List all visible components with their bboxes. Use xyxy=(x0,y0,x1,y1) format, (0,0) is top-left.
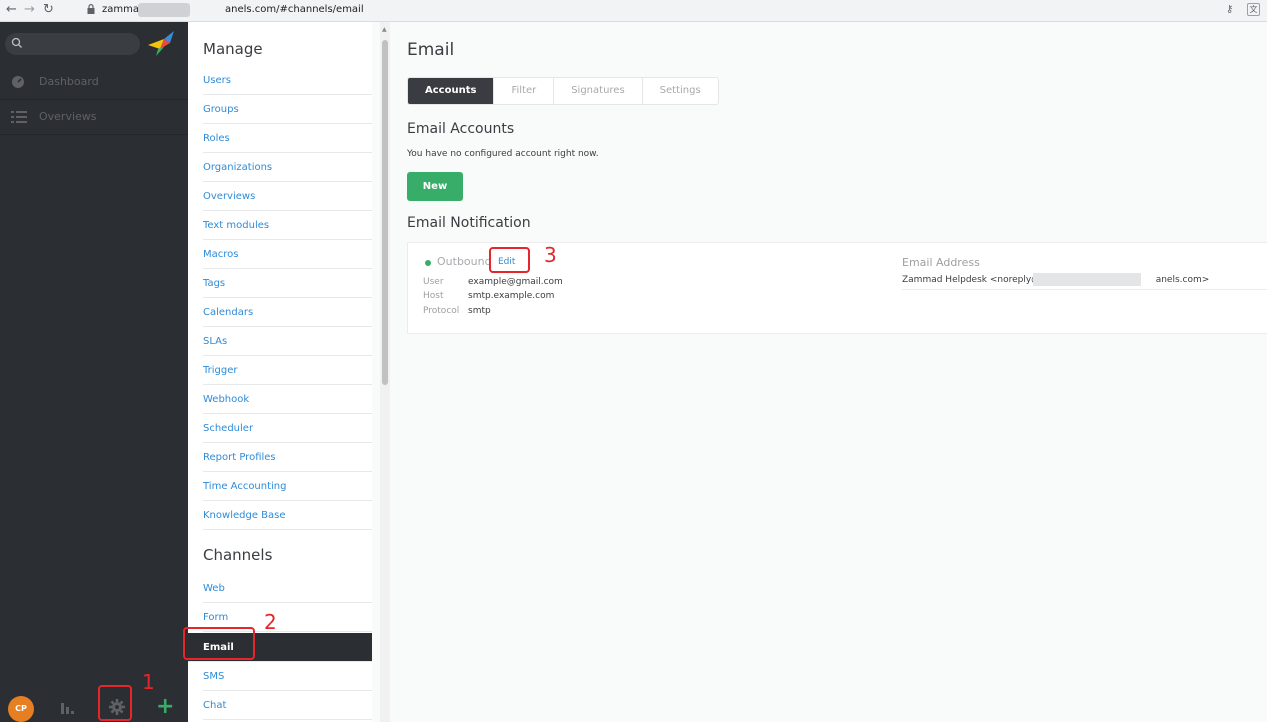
nav-item-overviews[interactable]: Overviews xyxy=(0,100,188,135)
add-icon[interactable]: + xyxy=(156,696,174,718)
menu-item-overviews[interactable]: Overviews xyxy=(203,182,372,211)
menu-item-scheduler[interactable]: Scheduler xyxy=(203,414,372,443)
new-account-button[interactable]: New xyxy=(407,172,463,201)
url-redaction xyxy=(138,3,190,17)
menu-item-users[interactable]: Users xyxy=(203,66,372,95)
page-title: Email xyxy=(407,40,455,60)
menu-item-web[interactable]: Web xyxy=(203,574,372,603)
key-icon[interactable]: ⚷ xyxy=(1226,4,1233,15)
overviews-icon xyxy=(11,111,27,123)
back-arrow-icon[interactable]: ← xyxy=(6,2,17,18)
protocol-key: Protocol xyxy=(423,306,460,316)
annotation-box-edit xyxy=(489,247,530,273)
status-dot-icon xyxy=(425,260,431,266)
annotation-step-2: 2 xyxy=(264,610,277,634)
menu-item-organizations[interactable]: Organizations xyxy=(203,153,372,182)
browser-toolbar: ← → ↻ zamma anels.com/#channels/email ⚷ 文 xyxy=(0,0,1267,22)
no-accounts-message: You have no configured account right now… xyxy=(407,149,599,159)
main-navigation: Dashboard Overviews CP + xyxy=(0,22,188,722)
email-address-heading: Email Address xyxy=(902,256,980,269)
menu-item-knowledge-base[interactable]: Knowledge Base xyxy=(203,501,372,530)
divider xyxy=(902,289,1267,290)
nav-item-dashboard[interactable]: Dashboard xyxy=(0,65,188,100)
menu-item-macros[interactable]: Macros xyxy=(203,240,372,269)
dashboard-icon xyxy=(12,76,24,88)
tab-signatures[interactable]: Signatures xyxy=(554,78,643,104)
nav-item-label: Overviews xyxy=(39,110,97,123)
annotation-step-3: 3 xyxy=(544,243,557,267)
menu-item-time-accounting[interactable]: Time Accounting xyxy=(203,472,372,501)
annotation-box-email xyxy=(183,627,255,660)
forward-arrow-icon[interactable]: → xyxy=(24,2,35,18)
menu-item-chat[interactable]: Chat xyxy=(203,691,372,720)
outbound-label: Outbound xyxy=(437,255,492,268)
protocol-row: Protocol smtp xyxy=(423,306,491,316)
tab-accounts[interactable]: Accounts xyxy=(408,78,495,104)
user-key: User xyxy=(423,277,444,287)
host-row: Host smtp.example.com xyxy=(423,291,554,301)
menu-item-report-profiles[interactable]: Report Profiles xyxy=(203,443,372,472)
translate-icon[interactable]: 文 xyxy=(1247,3,1260,16)
tab-filter[interactable]: Filter xyxy=(494,78,555,104)
email-address-start: Zammad Helpdesk <noreply@a xyxy=(902,275,1046,285)
menu-item-roles[interactable]: Roles xyxy=(203,124,372,153)
channels-section-title: Channels xyxy=(203,546,273,564)
url-prefix: zamma xyxy=(102,4,139,15)
reload-icon[interactable]: ↻ xyxy=(43,2,54,18)
menu-item-groups[interactable]: Groups xyxy=(203,95,372,124)
protocol-value: smtp xyxy=(468,306,491,316)
menu-item-calendars[interactable]: Calendars xyxy=(203,298,372,327)
main-content: Email Accounts Filter Signatures Setting… xyxy=(390,22,1267,722)
notification-card: Outbound Edit User example@gmail.com Host… xyxy=(407,242,1267,334)
manage-section-title: Manage xyxy=(203,40,263,58)
stats-icon[interactable] xyxy=(60,701,74,715)
lock-icon xyxy=(87,4,95,14)
host-key: Host xyxy=(423,291,444,301)
tab-settings[interactable]: Settings xyxy=(643,78,718,104)
menu-item-slas[interactable]: SLAs xyxy=(203,327,372,356)
admin-menu-scrollbar[interactable]: ▲ xyxy=(380,22,390,722)
menu-item-sms[interactable]: SMS xyxy=(203,662,372,691)
tab-bar: Accounts Filter Signatures Settings xyxy=(407,77,719,105)
annotation-box-gear xyxy=(98,685,132,721)
nav-item-label: Dashboard xyxy=(39,75,99,88)
menu-item-tags[interactable]: Tags xyxy=(203,269,372,298)
zammad-logo-icon[interactable] xyxy=(146,29,176,57)
user-value: example@gmail.com xyxy=(468,277,563,287)
search-input[interactable] xyxy=(5,33,140,55)
menu-item-text-modules[interactable]: Text modules xyxy=(203,211,372,240)
menu-item-webhook[interactable]: Webhook xyxy=(203,385,372,414)
annotation-step-1: 1 xyxy=(142,670,155,694)
avatar[interactable]: CP xyxy=(8,696,34,722)
email-redaction xyxy=(1033,273,1141,286)
search-icon xyxy=(11,37,22,48)
scrollbar-thumb[interactable] xyxy=(382,40,388,385)
email-accounts-heading: Email Accounts xyxy=(407,121,515,137)
host-value: smtp.example.com xyxy=(468,291,555,301)
scroll-up-icon[interactable]: ▲ xyxy=(382,26,387,33)
bottom-toolbar: CP + xyxy=(0,686,188,722)
admin-menu: Manage Users Groups Roles Organizations … xyxy=(188,22,372,722)
menu-item-trigger[interactable]: Trigger xyxy=(203,356,372,385)
user-row: User example@gmail.com xyxy=(423,277,563,287)
email-address-end: anels.com> xyxy=(1155,275,1210,285)
email-notification-heading: Email Notification xyxy=(407,215,531,231)
url-suffix: anels.com/#channels/email xyxy=(225,4,364,15)
